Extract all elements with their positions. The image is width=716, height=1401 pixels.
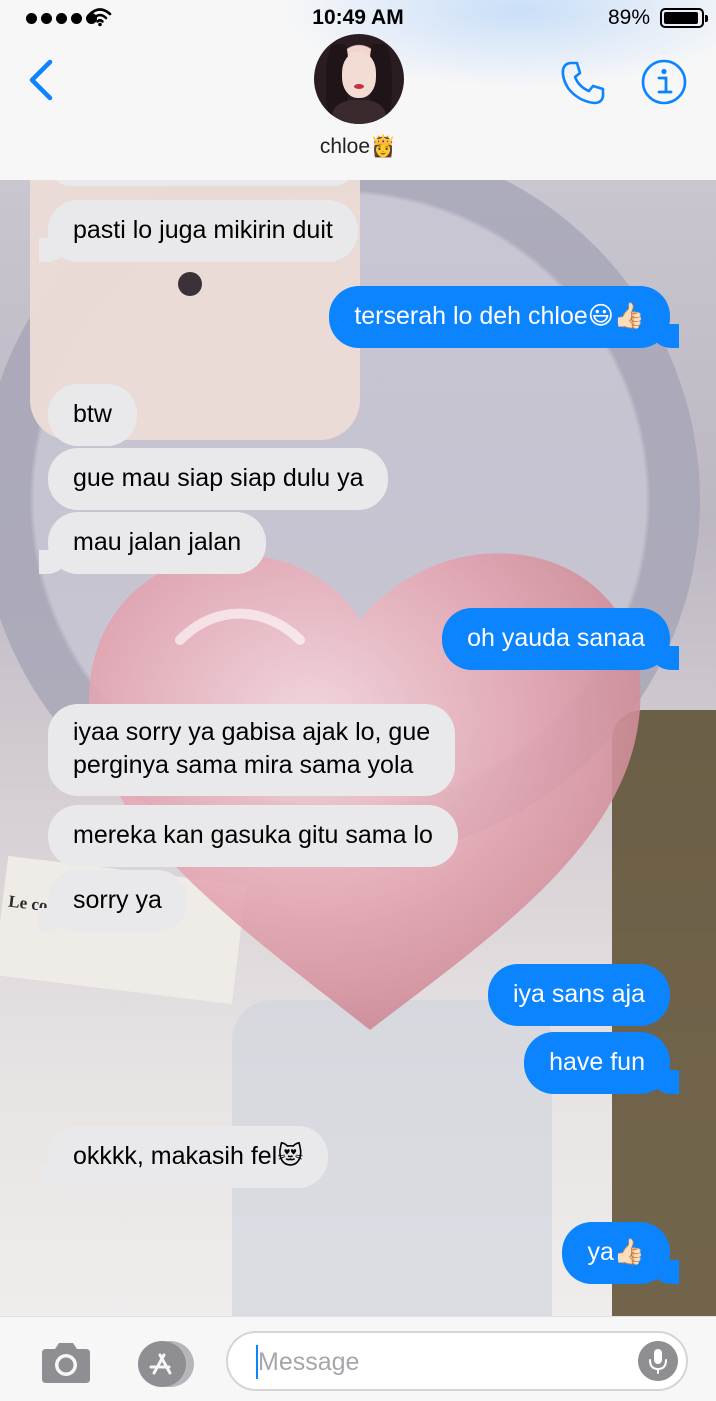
message-bubble-incoming[interactable]: gue mau siap siap dulu ya	[48, 448, 389, 510]
message-bubble-outgoing[interactable]: ya👍🏻	[562, 1222, 679, 1284]
battery-percentage: 89%	[607, 6, 650, 29]
conversation-header: 10:49 AM 89% chloe👸	[0, 0, 716, 180]
message-bubble-incoming[interactable]: pasti lo juga mikirin duit	[39, 200, 358, 262]
message-bubble-incoming[interactable]: mereka kan gasuka gitu sama lo	[48, 805, 458, 867]
camera-icon[interactable]	[38, 1341, 94, 1385]
info-icon[interactable]	[640, 58, 688, 106]
phone-icon[interactable]	[558, 58, 608, 108]
compose-bar	[0, 1316, 716, 1401]
message-input-field[interactable]	[226, 1331, 688, 1391]
wallpaper-record-hole	[178, 272, 202, 296]
contact-avatar[interactable]	[314, 34, 404, 124]
message-bubble-incoming[interactable]: sorry ya	[39, 870, 187, 932]
message-bubble-incoming-multiline[interactable]: iyaa sorry ya gabisa ajak lo, gue pergin…	[48, 704, 456, 796]
microphone-icon[interactable]	[638, 1341, 678, 1381]
message-line: perginya sama mira sama yola	[73, 751, 414, 779]
message-bubble-outgoing[interactable]: have fun	[524, 1032, 679, 1094]
message-bubble-incoming[interactable]: btw	[48, 384, 137, 446]
contact-name[interactable]: chloe👸	[0, 135, 716, 159]
message-line: iyaa sorry ya gabisa ajak lo, gue	[73, 718, 431, 746]
message-bubble-outgoing[interactable]: terserah lo deh chloe😃👍🏻	[329, 286, 679, 348]
app-store-icon[interactable]	[130, 1339, 196, 1389]
message-bubble-incoming[interactable]: okkkk, makasih fel😻	[38, 1126, 329, 1188]
message-bubble-outgoing[interactable]: oh yauda sanaa	[442, 608, 679, 670]
back-chevron-icon[interactable]	[22, 56, 62, 106]
message-bubble-outgoing[interactable]: iya sans aja	[487, 964, 670, 1026]
battery-icon	[660, 8, 708, 28]
message-bubble-incoming-partial	[48, 180, 356, 186]
message-bubble-incoming[interactable]: mau jalan jalan	[38, 512, 267, 574]
status-bar: 10:49 AM 89%	[0, 0, 716, 36]
message-list[interactable]: Le comte de Monte pasti lo juga mikirin …	[0, 180, 716, 1316]
message-input[interactable]	[256, 1341, 610, 1383]
